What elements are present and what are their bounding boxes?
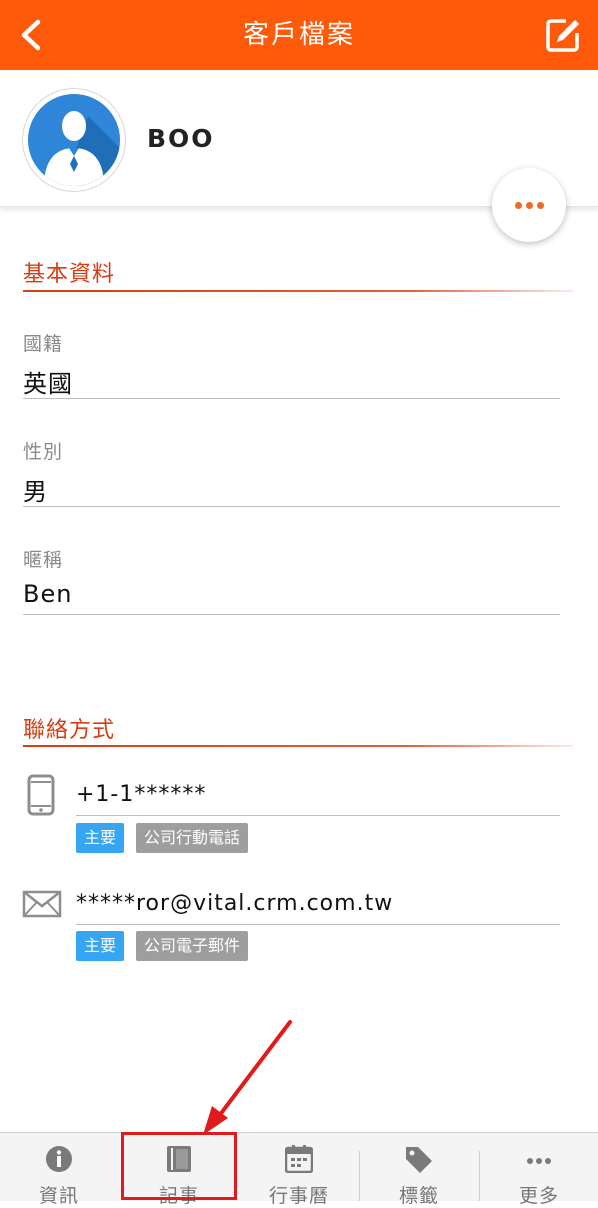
nav-notes-label: 記事 (158, 1185, 199, 1207)
nickname-value: Ben (23, 580, 73, 608)
more-actions-button[interactable] (492, 168, 566, 242)
field-underline (76, 924, 560, 925)
nav-more-label: 更多 (518, 1185, 559, 1207)
phone-value[interactable]: +1-1****** (76, 782, 206, 807)
email-type-tag: 公司電子郵件 (136, 931, 249, 961)
person-avatar-icon (28, 94, 120, 186)
field-underline (23, 614, 560, 615)
field-underline (23, 506, 560, 507)
email-value[interactable]: *****ror@vital.crm.com.tw (76, 891, 393, 916)
notebook-icon (167, 1146, 191, 1172)
page-title: 客戶檔案 (242, 20, 355, 50)
info-icon (46, 1146, 72, 1172)
nav-info[interactable]: 資訊 (0, 1133, 118, 1207)
tag-icon (406, 1147, 432, 1173)
bottom-nav: 資訊 記事 行事曆 標籤 更多 (0, 1132, 598, 1207)
calendar-icon (285, 1145, 313, 1173)
nav-tags[interactable]: 標籤 (360, 1133, 478, 1207)
more-dot (537, 202, 544, 209)
customer-name: BOO (147, 124, 215, 153)
more-dot (515, 202, 522, 209)
mobile-phone-icon (27, 774, 55, 820)
edit-icon (546, 19, 579, 52)
nickname-label: 暱稱 (23, 549, 64, 571)
envelope-icon (22, 890, 62, 922)
gender-label: 性別 (23, 441, 64, 463)
nav-info-label: 資訊 (38, 1185, 79, 1207)
field-underline (23, 398, 560, 399)
primary-tag: 主要 (76, 931, 125, 961)
section-divider (23, 745, 573, 747)
gender-value: 男 (23, 478, 48, 506)
primary-tag: 主要 (76, 823, 125, 853)
nationality-label: 國籍 (23, 333, 64, 355)
nav-more[interactable]: 更多 (480, 1133, 598, 1207)
nav-calendar-label: 行事曆 (268, 1185, 329, 1207)
more-dot (526, 202, 533, 209)
app-header: 客戶檔案 (0, 0, 598, 70)
contact-title: 聯絡方式 (23, 718, 116, 743)
section-divider (23, 290, 573, 292)
nationality-value: 英國 (23, 370, 73, 398)
phone-type-tag: 公司行動電話 (136, 823, 249, 853)
field-underline (76, 815, 560, 816)
avatar[interactable] (22, 88, 126, 192)
nav-calendar[interactable]: 行事曆 (240, 1133, 358, 1207)
edit-button[interactable] (542, 14, 584, 56)
more-horizontal-icon (527, 1158, 551, 1164)
nav-tags-label: 標籤 (398, 1185, 439, 1207)
basic-info-title: 基本資料 (23, 262, 116, 287)
nav-notes[interactable]: 記事 (121, 1133, 237, 1207)
